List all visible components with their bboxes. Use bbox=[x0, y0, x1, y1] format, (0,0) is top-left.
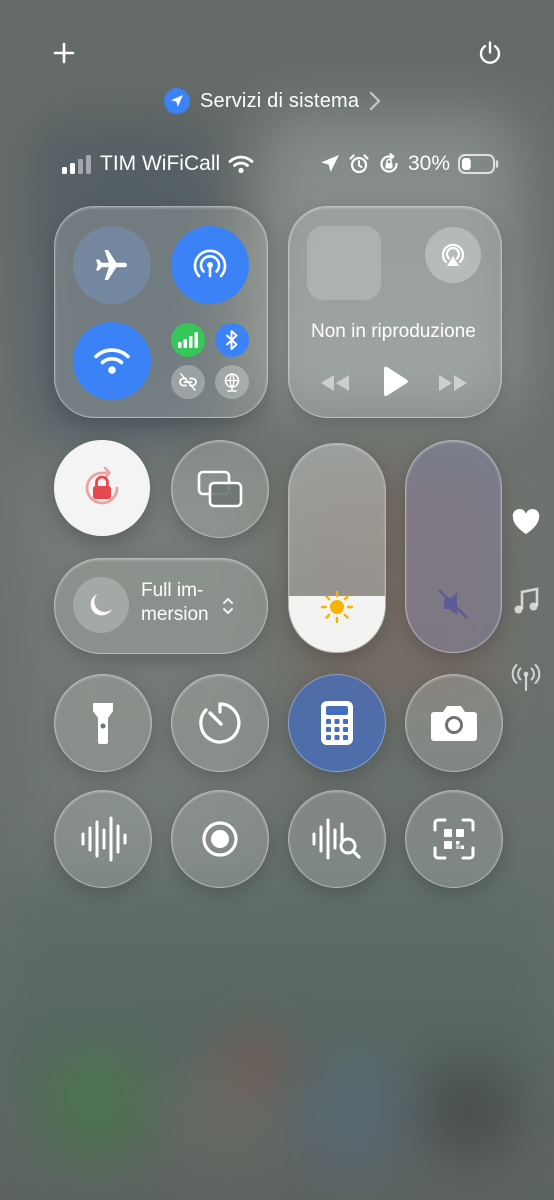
airplay-button[interactable] bbox=[425, 227, 481, 283]
rotation-lock-icon bbox=[380, 153, 398, 173]
chevron-right-icon bbox=[370, 91, 381, 111]
focus-mode-label-line2: mersion bbox=[141, 604, 209, 625]
antenna-icon[interactable] bbox=[510, 661, 542, 693]
screen-mirroring-icon bbox=[197, 470, 243, 508]
connectivity-panel bbox=[54, 206, 268, 418]
location-services-indicator[interactable]: Servizi di sistema bbox=[164, 88, 381, 114]
airplane-mode-toggle[interactable] bbox=[73, 226, 151, 304]
globe-icon bbox=[224, 373, 240, 392]
hotspot-icon bbox=[193, 249, 227, 278]
rotation-lock-toggle[interactable] bbox=[54, 440, 150, 536]
alarm-icon bbox=[349, 154, 369, 174]
bluetooth-icon bbox=[226, 330, 238, 350]
airplane-icon bbox=[96, 250, 127, 280]
battery-percent: 30% bbox=[408, 152, 451, 175]
location-arrow-icon bbox=[164, 88, 190, 114]
qr-scanner-icon bbox=[433, 818, 475, 860]
timer-icon bbox=[199, 702, 241, 744]
status-left: TIM WiFiCall bbox=[62, 152, 254, 176]
moon-icon bbox=[90, 594, 112, 616]
focus-icon-wrap bbox=[73, 577, 129, 633]
location-services-label: Servizi di sistema bbox=[200, 89, 360, 112]
media-player-panel: Non in riproduzione bbox=[288, 206, 502, 418]
wifi-icon bbox=[94, 348, 130, 374]
focus-mode-label-line1: Full im- bbox=[141, 580, 204, 601]
screen-mirroring-toggle[interactable] bbox=[171, 440, 269, 538]
plus-icon bbox=[53, 42, 75, 64]
signal-bars-icon bbox=[62, 155, 91, 174]
play-icon bbox=[384, 366, 408, 397]
cellular-data-toggle[interactable] bbox=[171, 323, 205, 357]
rotation-lock-icon bbox=[85, 466, 119, 505]
link-icon bbox=[179, 373, 197, 391]
bluetooth-toggle[interactable] bbox=[215, 323, 249, 357]
screen-record-button[interactable] bbox=[171, 790, 269, 888]
battery-icon bbox=[458, 154, 499, 174]
power-icon bbox=[479, 41, 501, 64]
airplay-icon bbox=[441, 243, 465, 266]
chevron-up-down-icon bbox=[223, 598, 233, 614]
flashlight-button[interactable] bbox=[54, 674, 152, 772]
link-toggle[interactable] bbox=[171, 365, 205, 399]
music-note-icon[interactable] bbox=[510, 585, 542, 617]
calculator-icon bbox=[321, 701, 353, 745]
camera-icon bbox=[431, 706, 477, 741]
timer-button[interactable] bbox=[171, 674, 269, 772]
now-playing-title: Non in riproduzione bbox=[311, 321, 476, 342]
camera-button[interactable] bbox=[405, 674, 503, 772]
sun-icon bbox=[320, 590, 354, 624]
focus-mode-button[interactable]: Full im- mersion bbox=[54, 558, 268, 654]
fast-forward-button[interactable] bbox=[433, 367, 473, 399]
sound-recognition-button[interactable] bbox=[54, 790, 152, 888]
voice-search-icon bbox=[312, 818, 361, 860]
voice-search-button[interactable] bbox=[288, 790, 386, 888]
play-button[interactable] bbox=[375, 364, 415, 402]
screen-record-icon bbox=[202, 821, 238, 857]
rewind-button[interactable] bbox=[315, 367, 355, 399]
wifi-toggle[interactable] bbox=[73, 322, 151, 400]
fast-forward-icon bbox=[439, 375, 467, 391]
carrier-name: TIM WiFiCall bbox=[100, 152, 221, 175]
album-artwork bbox=[307, 226, 381, 300]
brightness-slider[interactable] bbox=[288, 443, 386, 653]
heart-icon[interactable] bbox=[510, 506, 542, 538]
focus-mode-label: Full im- mersion bbox=[141, 579, 209, 627]
location-icon bbox=[321, 155, 339, 172]
status-right: 30% bbox=[320, 152, 500, 176]
flashlight-icon bbox=[93, 703, 113, 744]
speaker-muted-icon bbox=[438, 589, 468, 619]
rewind-icon bbox=[321, 375, 349, 391]
calculator-button[interactable] bbox=[288, 674, 386, 772]
power-button[interactable] bbox=[470, 33, 510, 73]
volume-slider[interactable] bbox=[405, 440, 502, 653]
hotspot-toggle[interactable] bbox=[171, 226, 249, 304]
vpn-toggle[interactable] bbox=[215, 365, 249, 399]
wifi-icon bbox=[228, 155, 254, 174]
qr-scanner-button[interactable] bbox=[405, 790, 503, 888]
sound-recognition-icon bbox=[81, 816, 127, 862]
cellular-icon bbox=[178, 332, 198, 348]
add-button[interactable] bbox=[44, 33, 84, 73]
